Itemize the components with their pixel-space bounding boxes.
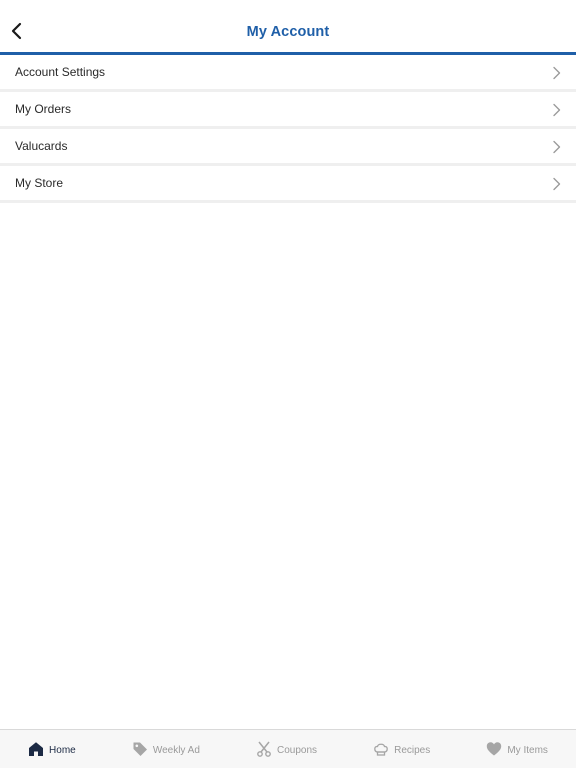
chevron-right-icon <box>552 66 562 80</box>
menu-item-label: My Store <box>15 176 64 190</box>
menu-item-label: Account Settings <box>15 65 106 79</box>
heart-icon <box>486 741 502 757</box>
menu-item-valucards[interactable]: Valucards <box>0 129 576 166</box>
tab-label: Recipes <box>394 745 431 756</box>
chevron-right-icon <box>552 140 562 154</box>
account-menu-list: Account Settings My Orders Valucards My … <box>0 55 576 203</box>
tab-home[interactable]: Home <box>22 730 82 768</box>
tab-my-items[interactable]: My Items <box>480 730 554 768</box>
chef-hat-icon <box>373 741 389 757</box>
page-title: My Account <box>246 24 330 40</box>
menu-item-label: Valucards <box>15 139 68 153</box>
menu-item-account-settings[interactable]: Account Settings <box>0 55 576 92</box>
tab-weekly-ad[interactable]: Weekly Ad <box>126 730 206 768</box>
chevron-right-icon <box>552 177 562 191</box>
scissors-icon <box>256 741 272 757</box>
menu-item-label: My Orders <box>15 102 72 116</box>
menu-item-my-store[interactable]: My Store <box>0 166 576 203</box>
tab-label: My Items <box>507 745 548 756</box>
tab-recipes[interactable]: Recipes <box>367 730 436 768</box>
header: My Account <box>0 0 576 55</box>
tab-bar: Home Weekly Ad Coupons Recipes My Items <box>0 729 576 768</box>
tab-label: Home <box>49 745 76 756</box>
chevron-right-icon <box>552 103 562 117</box>
home-icon <box>28 741 44 757</box>
menu-item-my-orders[interactable]: My Orders <box>0 92 576 129</box>
tab-label: Coupons <box>276 745 318 756</box>
app-root: My Account Account Settings My Orders Va… <box>0 0 576 768</box>
tag-icon <box>132 741 148 757</box>
tab-label: Weekly Ad <box>152 745 200 756</box>
tab-coupons[interactable]: Coupons <box>250 730 323 768</box>
